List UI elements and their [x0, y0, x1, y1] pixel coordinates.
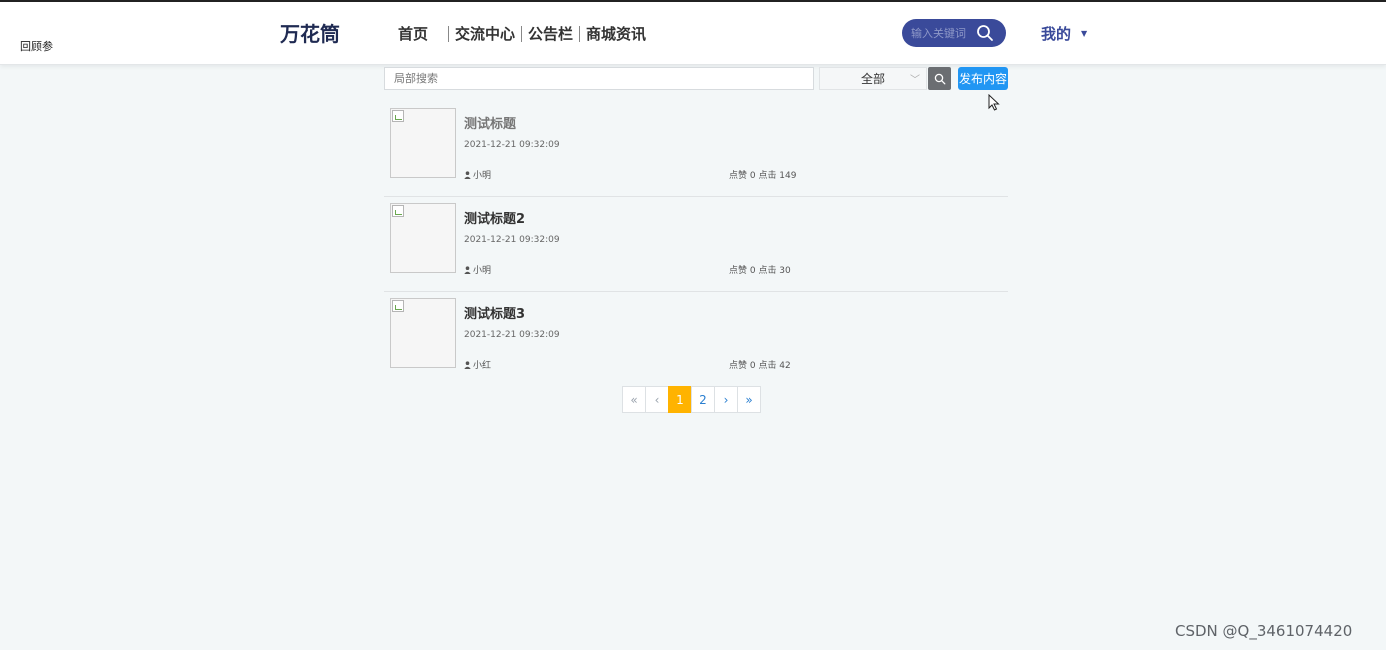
post-stats: 点赞 0 点击 149 — [729, 171, 797, 181]
post-date: 2021-12-21 09:32:09 — [464, 140, 560, 150]
caret-down-icon: ▼ — [1081, 29, 1088, 38]
chevron-down-icon: ﹀ — [910, 75, 920, 86]
post-title[interactable]: 测试标题2 — [464, 208, 525, 227]
broken-image-icon — [392, 110, 404, 122]
category-select[interactable]: 全部 ﹀ — [819, 67, 927, 90]
user-icon — [464, 265, 471, 274]
search-icon — [934, 73, 945, 84]
publish-button[interactable]: 发布内容 — [958, 67, 1008, 90]
post-date: 2021-12-21 09:32:09 — [464, 330, 560, 340]
nav-divider — [579, 25, 581, 42]
post-stats: 点赞 0 点击 30 — [729, 266, 791, 276]
post-author-name: 小明 — [473, 266, 492, 276]
site-header: 回顾参 万花筒 首页 交流中心 公告栏 商城资讯 我的 ▼ — [0, 2, 1386, 65]
post-author: 小红 — [464, 358, 491, 371]
user-icon — [464, 360, 471, 369]
post-author-name: 小明 — [473, 171, 492, 181]
post-author-name: 小红 — [473, 361, 492, 371]
post-author: 小明 — [464, 263, 491, 276]
list-item[interactable]: 测试标题3 2021-12-21 09:32:09 小红 点赞 0 点击 42 — [384, 292, 1008, 387]
nav-divider — [521, 25, 523, 42]
category-select-value: 全部 — [860, 72, 885, 86]
post-stats: 点赞 0 点击 42 — [729, 361, 791, 371]
pagination: « ‹ 1 2 › » — [622, 386, 761, 413]
broken-image-icon — [392, 300, 404, 312]
prev-page-button[interactable]: ‹ — [645, 386, 669, 413]
broken-image-icon — [392, 205, 404, 217]
nav-item-home[interactable]: 首页 — [398, 23, 428, 44]
page-button-2[interactable]: 2 — [691, 386, 715, 413]
header-search-box — [902, 19, 1006, 47]
watermark-text: CSDN @Q_3461074420 — [1175, 622, 1353, 640]
site-logo-text[interactable]: 万花筒 — [280, 18, 340, 47]
nav-divider — [448, 25, 450, 42]
post-thumbnail[interactable] — [390, 203, 456, 273]
nav-item-community[interactable]: 交流中心 — [455, 23, 515, 44]
list-item[interactable]: 测试标题2 2021-12-21 09:32:09 小明 点赞 0 点击 30 — [384, 197, 1008, 292]
first-page-button[interactable]: « — [622, 386, 646, 413]
post-thumbnail[interactable] — [390, 108, 456, 178]
corner-label: 回顾参 — [20, 40, 53, 53]
header-search-input[interactable] — [911, 26, 975, 40]
nav-item-shop-news[interactable]: 商城资讯 — [586, 23, 646, 44]
search-button[interactable] — [928, 67, 951, 90]
next-page-button[interactable]: › — [714, 386, 738, 413]
nav-item-notices[interactable]: 公告栏 — [528, 23, 573, 44]
list-item[interactable]: 测试标题 2021-12-21 09:32:09 小明 点赞 0 点击 149 — [384, 102, 1008, 197]
post-list: 测试标题 2021-12-21 09:32:09 小明 点赞 0 点击 149 … — [384, 102, 1008, 387]
local-search-input[interactable] — [384, 67, 814, 90]
my-account-menu[interactable]: 我的 ▼ — [1041, 23, 1087, 44]
main-nav: 首页 交流中心 公告栏 商城资讯 — [398, 23, 646, 44]
post-title[interactable]: 测试标题3 — [464, 303, 525, 322]
post-title[interactable]: 测试标题 — [464, 113, 516, 132]
post-author: 小明 — [464, 168, 491, 181]
search-icon[interactable] — [976, 24, 994, 46]
last-page-button[interactable]: » — [737, 386, 761, 413]
post-date: 2021-12-21 09:32:09 — [464, 235, 560, 245]
page-button-1[interactable]: 1 — [668, 386, 692, 413]
user-icon — [464, 170, 471, 179]
my-account-label: 我的 — [1041, 25, 1072, 43]
post-thumbnail[interactable] — [390, 298, 456, 368]
list-toolbar: 全部 ﹀ 发布内容 — [384, 67, 1008, 91]
